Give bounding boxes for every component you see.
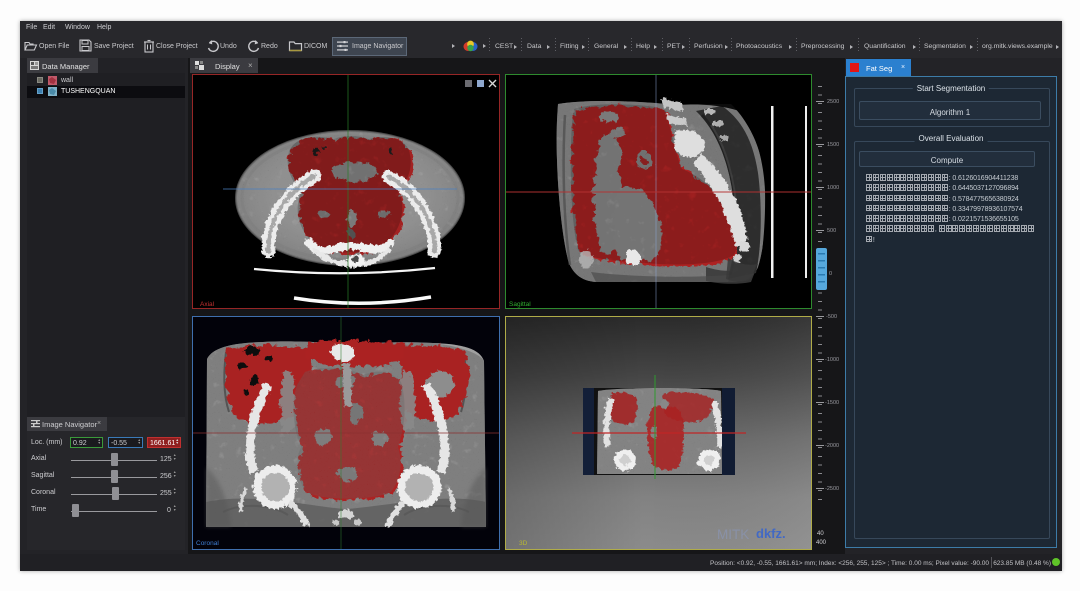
svg-text:Axial: Axial bbox=[200, 301, 215, 308]
svg-text:Sagittal: Sagittal bbox=[509, 301, 531, 308]
svg-text:MITK: MITK bbox=[717, 527, 749, 542]
svg-text:dkfz.: dkfz. bbox=[756, 526, 786, 541]
svg-text:Coronal: Coronal bbox=[196, 540, 219, 547]
svg-text:3D: 3D bbox=[519, 540, 528, 547]
